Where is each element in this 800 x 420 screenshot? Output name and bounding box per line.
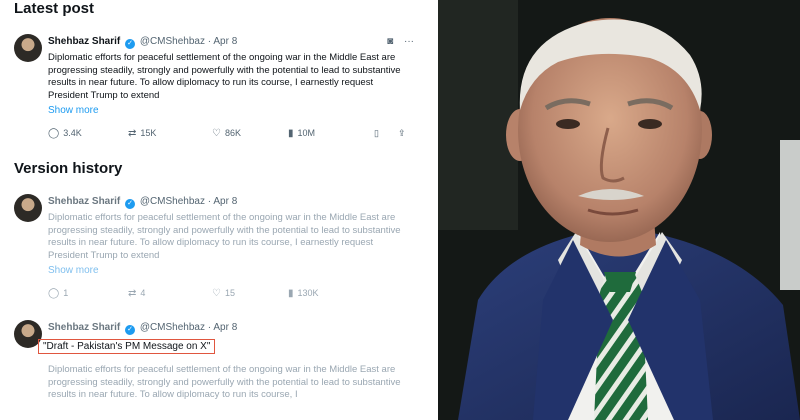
views-button[interactable]: ▮ 10M (288, 128, 315, 139)
repost-icon: ⇄ (128, 288, 137, 299)
tie (594, 272, 648, 420)
draft-label: "Draft - Pakistan's PM Message on X" (38, 339, 216, 354)
tweet-actions: ◯ 3.4K ⇄ 15K ♡ 86K ▮ 10M ▯ ⇪ (48, 128, 414, 142)
show-more-link[interactable]: Show more (48, 265, 99, 276)
verified-badge-icon: ✓ (125, 199, 136, 209)
reply-icon: ◯ (48, 288, 60, 299)
like-count: 86K (224, 128, 241, 138)
author-name[interactable]: Shehbaz Sharif (48, 196, 120, 207)
views-count: 10M (297, 128, 316, 138)
photo-panel (438, 0, 800, 420)
post-date[interactable]: Apr 8 (213, 322, 237, 333)
reply-icon: ◯ (48, 128, 60, 139)
tweet-actions: ◯ 1 ⇄ 4 ♡ 15 ▮ 130K (48, 288, 414, 302)
like-button[interactable]: ♡ 15 (212, 288, 235, 299)
post-date[interactable]: Apr 8 (213, 196, 237, 207)
reply-count: 3.4K (63, 128, 82, 138)
tweet-text: Diplomatic efforts for peaceful settleme… (48, 52, 401, 101)
repost-count: 4 (140, 288, 146, 298)
tweet-text: Diplomatic efforts for peaceful settleme… (48, 212, 401, 261)
eye-right (638, 119, 662, 129)
avatar[interactable] (14, 194, 42, 222)
separator-dot: · (207, 196, 212, 207)
latest-post-heading: Latest post (14, 0, 95, 17)
author-name[interactable]: Shehbaz Sharif (48, 322, 120, 333)
portrait-illustration (438, 0, 800, 420)
author-handle[interactable]: @CMShehbaz (140, 322, 205, 333)
tweet-header: Shehbaz Sharif ✓ @CMShehbaz · Apr 8 (48, 196, 414, 210)
post-date[interactable]: Apr 8 (213, 36, 237, 47)
views-button[interactable]: ▮ 130K (288, 288, 319, 299)
repost-button[interactable]: ⇄ 15K (128, 128, 156, 139)
grok-icon[interactable]: ◙ (387, 36, 393, 47)
history-tweet-draft[interactable]: Shehbaz Sharif ✓ @CMShehbaz · Apr 8 "Dra… (14, 320, 414, 420)
repost-count: 15K (140, 128, 157, 138)
latest-tweet[interactable]: Shehbaz Sharif ✓ @CMShehbaz · Apr 8 ◙ ··… (14, 34, 414, 144)
draft-highlight: "Draft - Pakistan's PM Message on X" (38, 336, 216, 354)
reply-count: 1 (63, 288, 69, 298)
show-more-link[interactable]: Show more (48, 105, 99, 116)
version-history-heading: Version history (14, 160, 123, 177)
like-icon: ♡ (212, 288, 221, 299)
eye-left (556, 119, 580, 129)
views-icon: ▮ (288, 288, 294, 299)
reply-button[interactable]: ◯ 3.4K (48, 128, 82, 139)
like-icon: ♡ (212, 128, 221, 139)
avatar[interactable] (14, 34, 42, 62)
tweet-header: Shehbaz Sharif ✓ @CMShehbaz · Apr 8 (48, 322, 414, 336)
share-icon[interactable]: ⇪ (398, 128, 406, 139)
bookmark-icon[interactable]: ▯ (374, 128, 379, 139)
background-shade (438, 0, 518, 230)
separator-dot: · (207, 36, 212, 47)
verified-badge-icon: ✓ (125, 39, 136, 49)
background-light (780, 140, 800, 290)
screenshot-panel: Latest post Shehbaz Sharif ✓ @CMShehbaz … (0, 0, 438, 420)
like-button[interactable]: ♡ 86K (212, 128, 241, 139)
tweet-text: Diplomatic efforts for peaceful settleme… (48, 364, 401, 400)
author-handle[interactable]: @CMShehbaz (140, 36, 205, 47)
more-icon[interactable]: ··· (404, 36, 414, 47)
author-handle[interactable]: @CMShehbaz (140, 196, 205, 207)
verified-badge-icon: ✓ (125, 325, 136, 335)
like-count: 15 (224, 288, 235, 298)
tweet-header: Shehbaz Sharif ✓ @CMShehbaz · Apr 8 ◙ ··… (48, 36, 414, 50)
history-tweet[interactable]: Shehbaz Sharif ✓ @CMShehbaz · Apr 8 Dipl… (14, 194, 414, 306)
views-count: 130K (297, 288, 319, 298)
author-name[interactable]: Shehbaz Sharif (48, 36, 120, 47)
views-icon: ▮ (288, 128, 294, 139)
repost-button[interactable]: ⇄ 4 (128, 288, 145, 299)
separator-dot: · (207, 322, 212, 333)
repost-icon: ⇄ (128, 128, 137, 139)
reply-button[interactable]: ◯ 1 (48, 288, 68, 299)
